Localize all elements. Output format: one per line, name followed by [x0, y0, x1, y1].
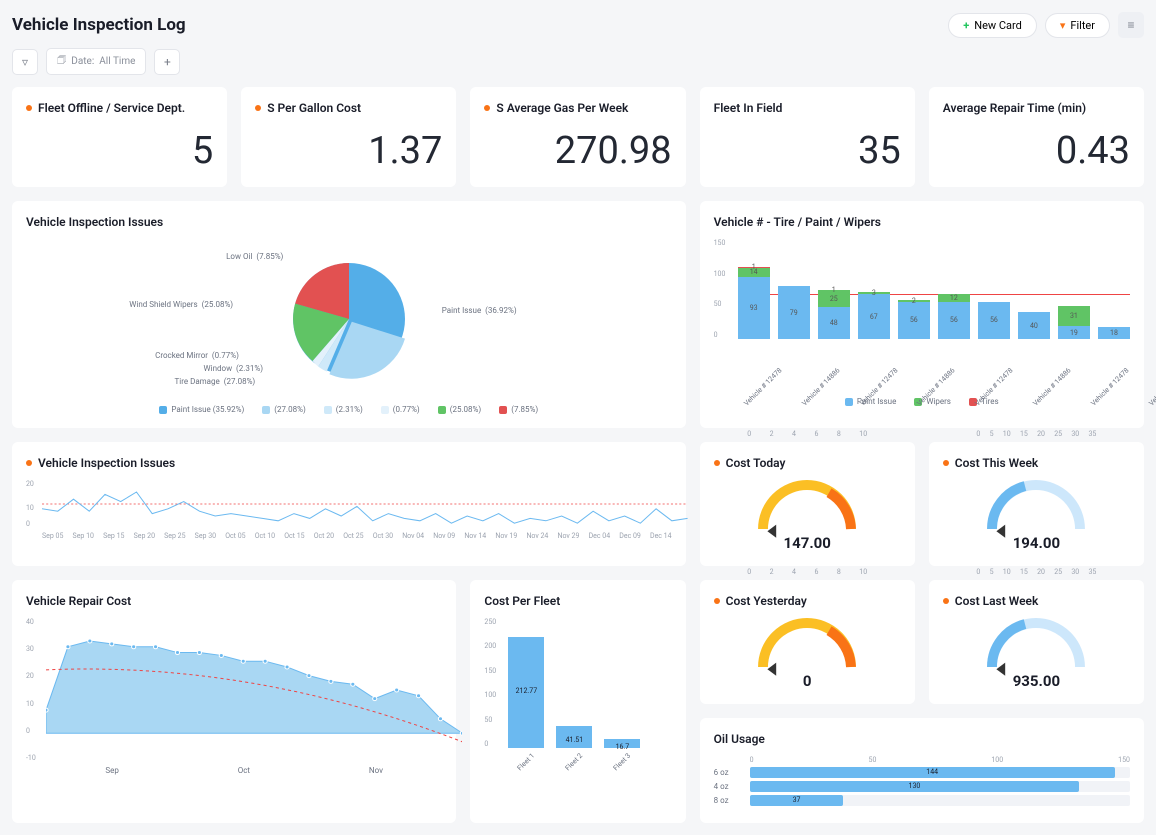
stacked-bar-card[interactable]: Vehicle # - Tire / Paint / Wipers 150100… — [700, 201, 1144, 428]
status-dot-icon — [255, 105, 261, 111]
card-title: Vehicle # - Tire / Paint / Wipers — [714, 215, 1130, 229]
card-title: Cost Yesterday — [726, 594, 807, 608]
pie-label: Low Oil (7.85%) — [226, 252, 283, 261]
plus-icon: + — [963, 19, 969, 32]
header-actions: + New Card ▾ Filter ≡ — [948, 12, 1144, 38]
pie-chart-card[interactable]: Vehicle Inspection Issues Paint Issue (3… — [12, 201, 686, 428]
sparkline-card[interactable]: Vehicle Inspection Issues 20 10 0 Sep 05… — [12, 442, 686, 566]
status-dot-icon — [484, 105, 490, 111]
card-title: Vehicle Inspection Issues — [26, 215, 672, 229]
kpi-value: 270.98 — [484, 129, 671, 173]
card-title: Cost Per Fleet — [484, 594, 671, 608]
kpi-value: 5 — [26, 129, 213, 173]
card-title: Vehicle Repair Cost — [26, 594, 442, 608]
stacked-bar-chart: 150100500 931417948251673562561256401931… — [714, 239, 1130, 369]
status-dot-icon — [26, 105, 32, 111]
filter-icon-button[interactable]: ▿ — [12, 49, 38, 75]
add-filter-button[interactable]: + — [154, 49, 180, 75]
pie-label: Window (2.31%) — [204, 364, 264, 373]
toolbar: ▿ 🗇 Date: All Time + — [12, 48, 1144, 75]
page-header: Vehicle Inspection Log + New Card ▾ Filter… — [12, 12, 1144, 38]
kpi-value: 0.43 — [943, 129, 1130, 173]
status-dot-icon — [26, 460, 32, 466]
pie-legend: Paint Issue (35.92%)(27.08%)(2.31%)(0.77… — [26, 405, 672, 414]
fleet-bar-card[interactable]: Cost Per Fleet 250200150100500 212.7741.… — [470, 580, 685, 823]
gauge-cost-this-week[interactable]: Cost This Week 05101520253035 194.00 — [929, 442, 1144, 566]
gauge-cost-yesterday[interactable]: Cost Yesterday 0246810 0 — [700, 580, 915, 704]
gauge-value: 194.00 — [1013, 534, 1060, 552]
kpi-title: Fleet In Field — [714, 101, 783, 115]
pie-label: Wind Shield Wipers (25.08%) — [129, 300, 233, 309]
calendar-icon: 🗇 — [57, 53, 66, 70]
status-dot-icon — [943, 598, 949, 604]
dashboard-grid: Fleet Offline / Service Dept. 5 S Per Ga… — [12, 87, 1144, 823]
kpi-title: S Average Gas Per Week — [496, 101, 628, 115]
card-title: Vehicle Inspection Issues — [38, 456, 175, 470]
menu-button[interactable]: ≡ — [1118, 12, 1144, 38]
date-value: All Time — [99, 56, 135, 67]
status-dot-icon — [714, 460, 720, 466]
gauge-value: 935.00 — [1013, 672, 1060, 690]
pie-label: Crocked Mirror (0.77%) — [155, 351, 239, 360]
kpi-gallon-cost[interactable]: S Per Gallon Cost 1.37 — [241, 87, 456, 187]
date-label: Date: — [71, 56, 94, 67]
card-title: Cost Today — [726, 456, 786, 470]
card-title: Oil Usage — [714, 732, 1130, 746]
gauge-value: 147.00 — [784, 534, 831, 552]
kpi-fleet-offline[interactable]: Fleet Offline / Service Dept. 5 — [12, 87, 227, 187]
kpi-gas-week[interactable]: S Average Gas Per Week 270.98 — [470, 87, 685, 187]
filter-icon: ▾ — [1060, 19, 1066, 32]
status-dot-icon — [943, 460, 949, 466]
new-card-label: New Card — [974, 19, 1022, 32]
new-card-button[interactable]: + New Card — [948, 13, 1037, 38]
filter-label: Filter — [1070, 19, 1095, 32]
kpi-repair-time[interactable]: Average Repair Time (min) 0.43 — [929, 87, 1144, 187]
gauge-cost-today[interactable]: Cost Today 0246810 147.00 — [700, 442, 915, 566]
status-dot-icon — [714, 598, 720, 604]
page-title: Vehicle Inspection Log — [12, 15, 186, 35]
gauge-value: 0 — [803, 672, 812, 690]
pie-label: Tire Damage (27.08%) — [174, 377, 255, 386]
date-range-button[interactable]: 🗇 Date: All Time — [46, 48, 146, 75]
filter-button[interactable]: ▾ Filter — [1045, 13, 1110, 38]
kpi-value: 1.37 — [255, 129, 442, 173]
sparkline-chart: 20 10 0 Sep 05Sep 10Sep 15Sep 20Sep 25Se… — [26, 480, 672, 540]
kpi-value: 35 — [714, 129, 901, 173]
area-chart: 403020100-10 SepOctNov — [26, 618, 442, 778]
pie-chart: Paint Issue (36.92%) Low Oil (7.85%) Win… — [26, 239, 672, 399]
card-title: Cost This Week — [955, 456, 1038, 470]
kpi-fleet-in-field[interactable]: Fleet In Field 35 — [700, 87, 915, 187]
kpi-title: Fleet Offline / Service Dept. — [38, 101, 185, 115]
kpi-title: Average Repair Time (min) — [943, 101, 1086, 115]
kpi-title: S Per Gallon Cost — [267, 101, 361, 115]
area-chart-card[interactable]: Vehicle Repair Cost 403020100-10 SepOctN… — [12, 580, 456, 823]
gauge-cost-last-week[interactable]: Cost Last Week 05101520253035 935.00 — [929, 580, 1144, 704]
pie-label: Paint Issue (36.92%) — [442, 306, 517, 315]
oil-usage-card[interactable]: Oil Usage 050100150 6 oz1444 oz1308 oz37 — [700, 718, 1144, 823]
card-title: Cost Last Week — [955, 594, 1039, 608]
